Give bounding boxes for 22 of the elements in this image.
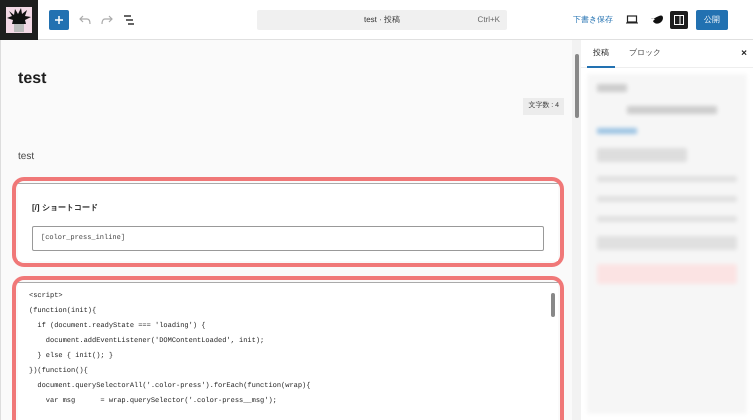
sidebar-toggle[interactable] (670, 10, 688, 28)
shortcode-label: [/] ショートコード (32, 202, 99, 214)
command-bar-title: test · 投稿 (364, 14, 400, 26)
command-bar[interactable]: test · 投稿 Ctrl+K (257, 10, 507, 30)
sidebar-tab[interactable]: ブロック (623, 40, 667, 68)
sidebar-icon (674, 14, 684, 24)
character-logo-icon (6, 6, 32, 32)
publish-button[interactable]: 公開 (696, 10, 728, 30)
list-view-icon[interactable] (123, 14, 135, 24)
laptop-icon[interactable] (626, 15, 638, 24)
shortcut-hint: Ctrl+K (478, 14, 500, 26)
add-block-button[interactable] (49, 10, 69, 30)
site-logo[interactable] (0, 0, 38, 40)
page-scrollbar (574, 54, 578, 118)
code-scrollbar (551, 292, 555, 316)
plus-icon (54, 14, 64, 24)
save-draft-link[interactable]: 下書き保存 (573, 14, 613, 26)
close-button[interactable]: × (741, 46, 747, 61)
post-title[interactable]: test (18, 69, 564, 89)
paragraph-text[interactable]: test (18, 148, 564, 164)
sidebar-tab[interactable]: 投稿 (587, 40, 615, 68)
leaf-icon[interactable] (650, 14, 664, 25)
